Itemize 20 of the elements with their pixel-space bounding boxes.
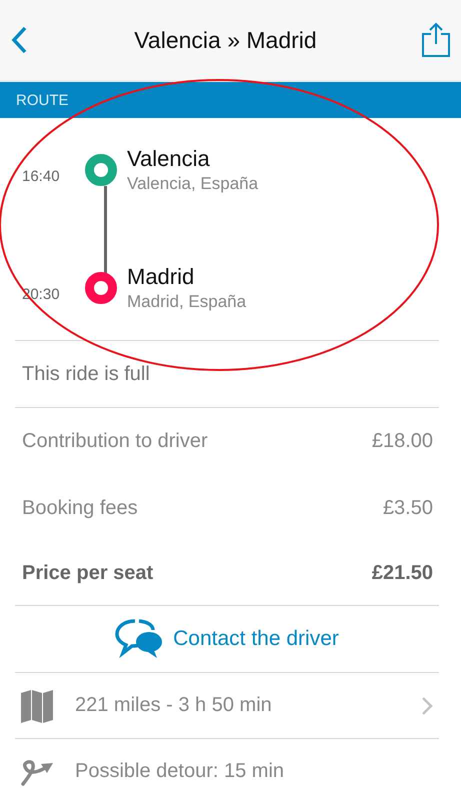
price-amount: £3.50: [382, 497, 433, 520]
ride-status: This ride is full: [22, 362, 150, 386]
stop-city: Madrid: [127, 264, 196, 290]
detour-arrow-icon: [19, 758, 55, 786]
page-title: Valencia » Madrid: [134, 26, 317, 54]
stop-city: Valencia: [127, 146, 211, 172]
price-amount: £21.50: [372, 562, 433, 585]
price-label: Contribution to driver: [22, 430, 208, 453]
stop-place: Valencia, España: [127, 174, 258, 194]
stop-time: 16:40: [22, 168, 61, 184]
share-button[interactable]: [419, 20, 453, 60]
stop-place: Madrid, España: [127, 292, 246, 312]
detail-text: 221 miles - 3 h 50 min: [75, 694, 273, 717]
contact-driver-button[interactable]: Contact the driver: [115, 618, 339, 660]
price-label: Booking fees: [22, 497, 138, 520]
price-label: Price per seat: [22, 562, 154, 585]
price-amount: £18.00: [372, 430, 433, 453]
section-header: ROUTE: [0, 82, 461, 118]
detail-text: Possible detour: 15 min: [75, 760, 286, 783]
map-icon: [19, 688, 55, 724]
